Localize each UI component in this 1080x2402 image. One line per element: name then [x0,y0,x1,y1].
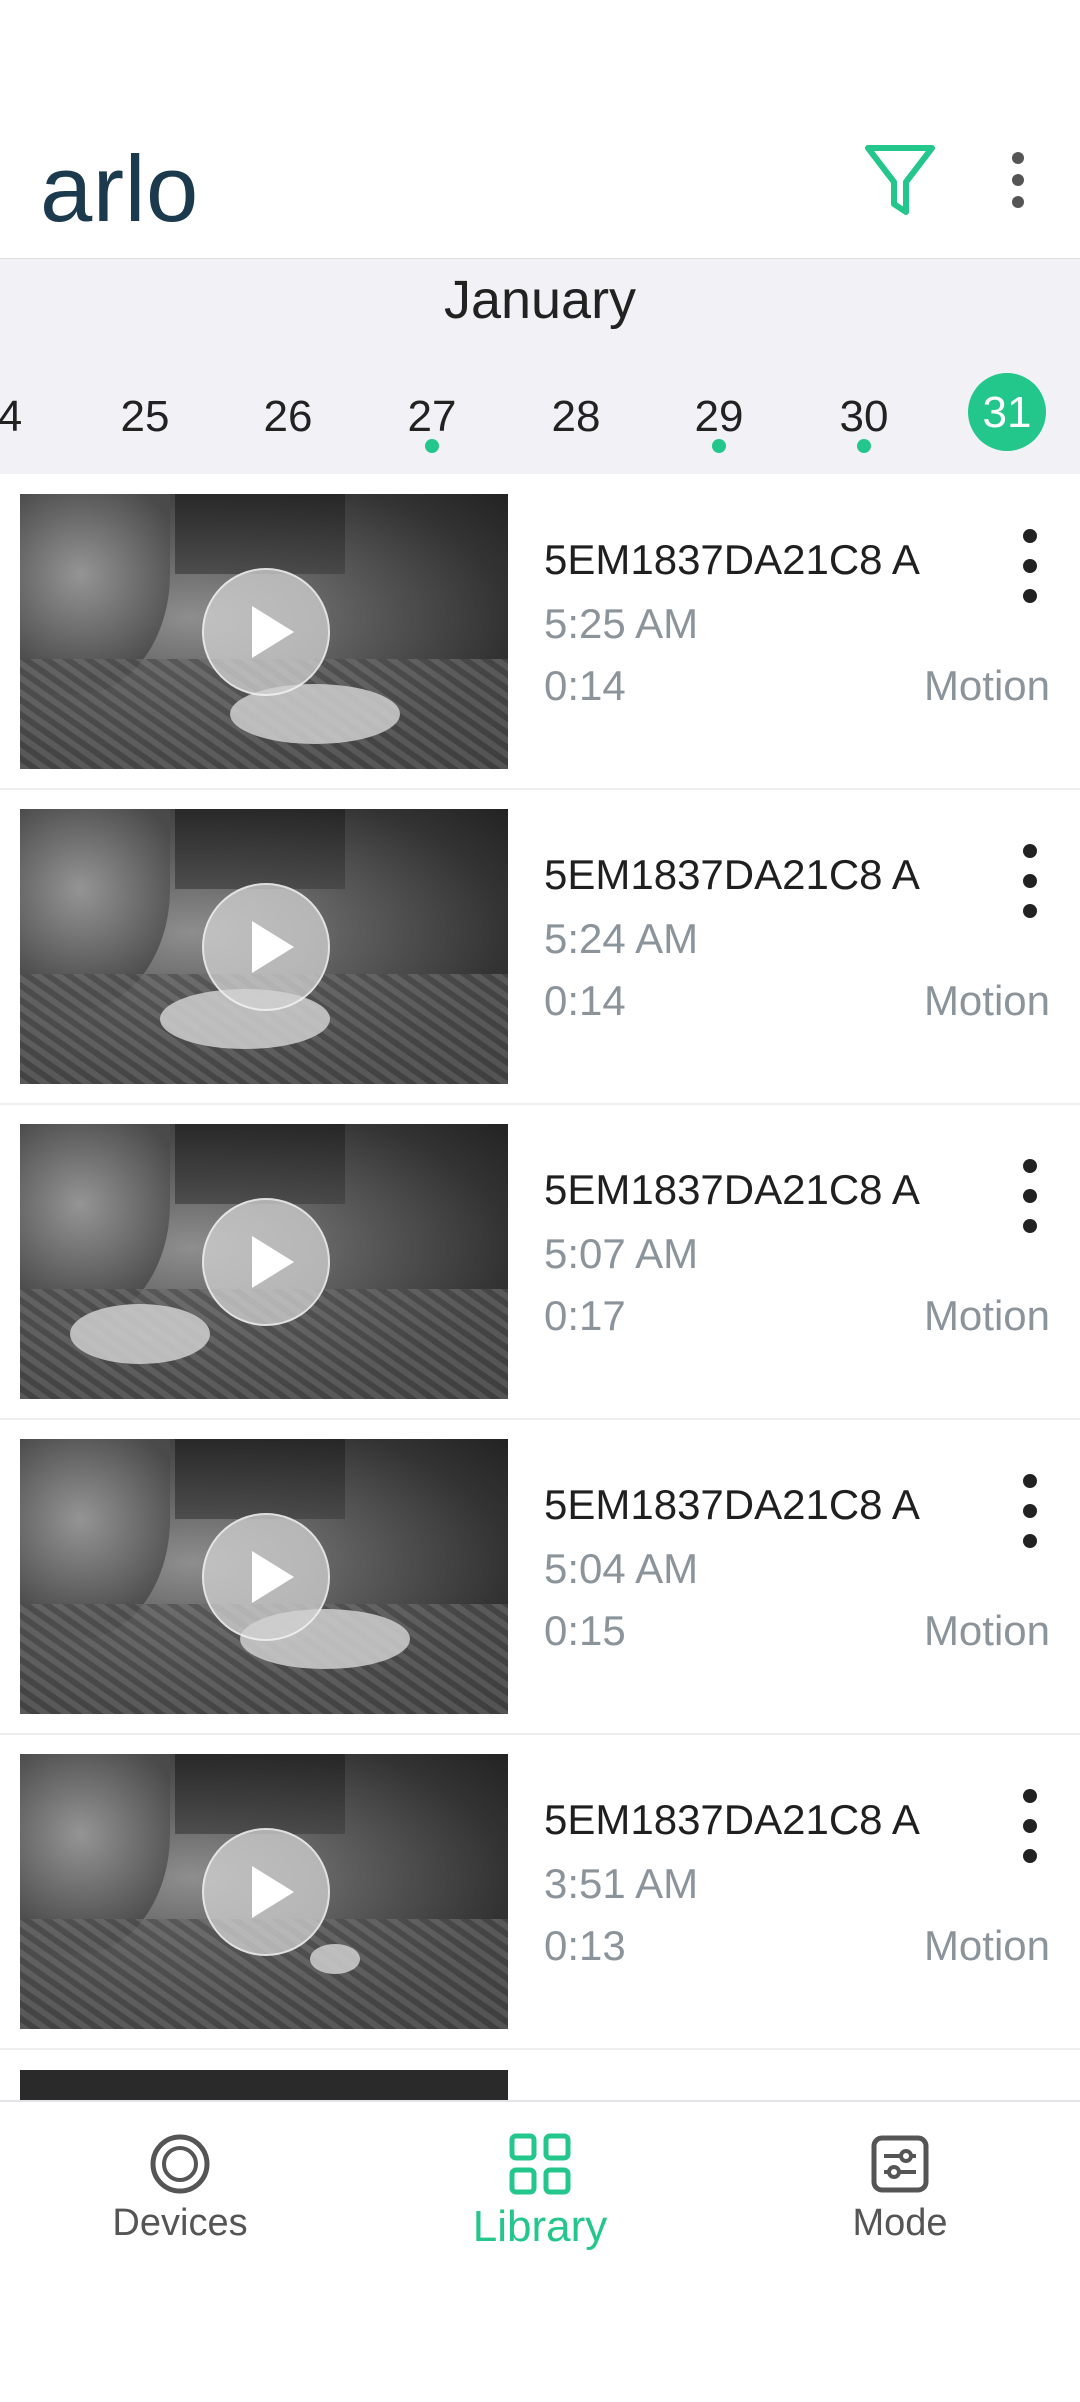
bottom-navigation: Devices Library Mode [0,2100,1080,2402]
more-options-button[interactable] [996,150,1040,212]
nav-mode[interactable]: Mode [770,2132,1030,2245]
recording-indicator-dot [425,439,439,453]
device-name: 5EM1837DA21C8 A [544,1166,920,1213]
device-name: 5EM1837DA21C8 A [544,536,920,583]
device-name: 5EM1837DA21C8 A [544,1481,920,1528]
play-icon[interactable] [202,1828,330,1956]
nav-devices[interactable]: Devices [50,2132,310,2245]
trigger-type: Motion [923,1922,1050,1969]
recording-duration: 0:14 [544,662,626,709]
month-label: January [443,270,637,330]
date-strip: January 4 25 26 27 28 29 30 31 [0,259,1080,474]
play-icon[interactable] [202,883,330,1011]
item-menu-icon[interactable] [1010,526,1050,606]
device-name: 5EM1837DA21C8 A [544,1796,920,1843]
recording-thumbnail[interactable] [20,809,508,1084]
play-icon[interactable] [202,1513,330,1641]
recording-duration: 0:15 [544,1607,626,1654]
day-31-selected[interactable]: 31 [968,373,1046,451]
trigger-type: Motion [923,977,1050,1024]
more-vertical-icon [1012,152,1024,208]
recordings-list: 5EM1837DA21C8 A 5:25 AM 0:14 Motion 5EM1… [0,474,1080,2100]
item-menu-icon[interactable] [1010,1786,1050,1866]
recording-time: 3:51 AM [544,1860,699,1907]
item-menu-icon[interactable] [1010,841,1050,921]
recording-duration: 0:17 [544,1292,626,1339]
nav-mode-label: Mode [852,2202,948,2244]
trigger-type: Motion [923,662,1050,709]
recording-item[interactable]: 5EM1837DA21C8 A 5:25 AM 0:14 Motion [0,474,1080,790]
play-icon[interactable] [202,568,330,696]
trigger-type: Motion [923,1292,1050,1339]
device-name: 5EM1837DA21C8 A [544,851,920,898]
filter-button[interactable] [862,140,938,222]
animal-figure [310,1944,360,1974]
camera-lens-icon [150,2134,210,2194]
recording-thumbnail[interactable] [20,1754,508,2029]
arlo-logo: arlo [40,136,199,241]
recording-time: 5:04 AM [544,1545,699,1592]
item-menu-icon[interactable] [1010,1156,1050,1236]
deer-figure [70,1304,210,1364]
recording-thumbnail[interactable] [20,1124,508,1399]
partially-visible-thumbnail[interactable] [20,2070,508,2100]
trigger-type: Motion [923,1607,1050,1654]
sliders-icon [871,2135,929,2193]
nav-devices-label: Devices [112,2202,248,2244]
item-menu-icon[interactable] [1010,1471,1050,1551]
recording-indicator-dot [712,439,726,453]
recording-time: 5:07 AM [544,1230,699,1277]
filter-icon [865,145,935,215]
recording-time: 5:25 AM [544,600,699,647]
top-app-bar: arlo [0,0,1080,259]
recording-item[interactable]: 5EM1837DA21C8 A 5:07 AM 0:17 Motion [0,1104,1080,1420]
recording-item[interactable]: 5EM1837DA21C8 A 5:24 AM 0:14 Motion [0,789,1080,1105]
recording-duration: 0:14 [544,977,626,1024]
recording-time: 5:24 AM [544,915,699,962]
recording-thumbnail[interactable] [20,1439,508,1714]
grid-icon [509,2133,571,2195]
play-icon[interactable] [202,1198,330,1326]
nav-library[interactable]: Library [410,2132,670,2252]
nav-library-label: Library [472,2202,608,2251]
day-24[interactable]: 4 [0,377,55,457]
recording-item[interactable]: 5EM1837DA21C8 A 5:04 AM 0:15 Motion [0,1419,1080,1735]
day-25[interactable]: 25 [100,377,190,457]
recording-thumbnail[interactable] [20,494,508,769]
day-26[interactable]: 26 [243,377,333,457]
recording-item[interactable]: 5EM1837DA21C8 A 3:51 AM 0:13 Motion [0,1734,1080,2050]
day-28[interactable]: 28 [531,377,621,457]
recording-indicator-dot [857,439,871,453]
recording-duration: 0:13 [544,1922,626,1969]
